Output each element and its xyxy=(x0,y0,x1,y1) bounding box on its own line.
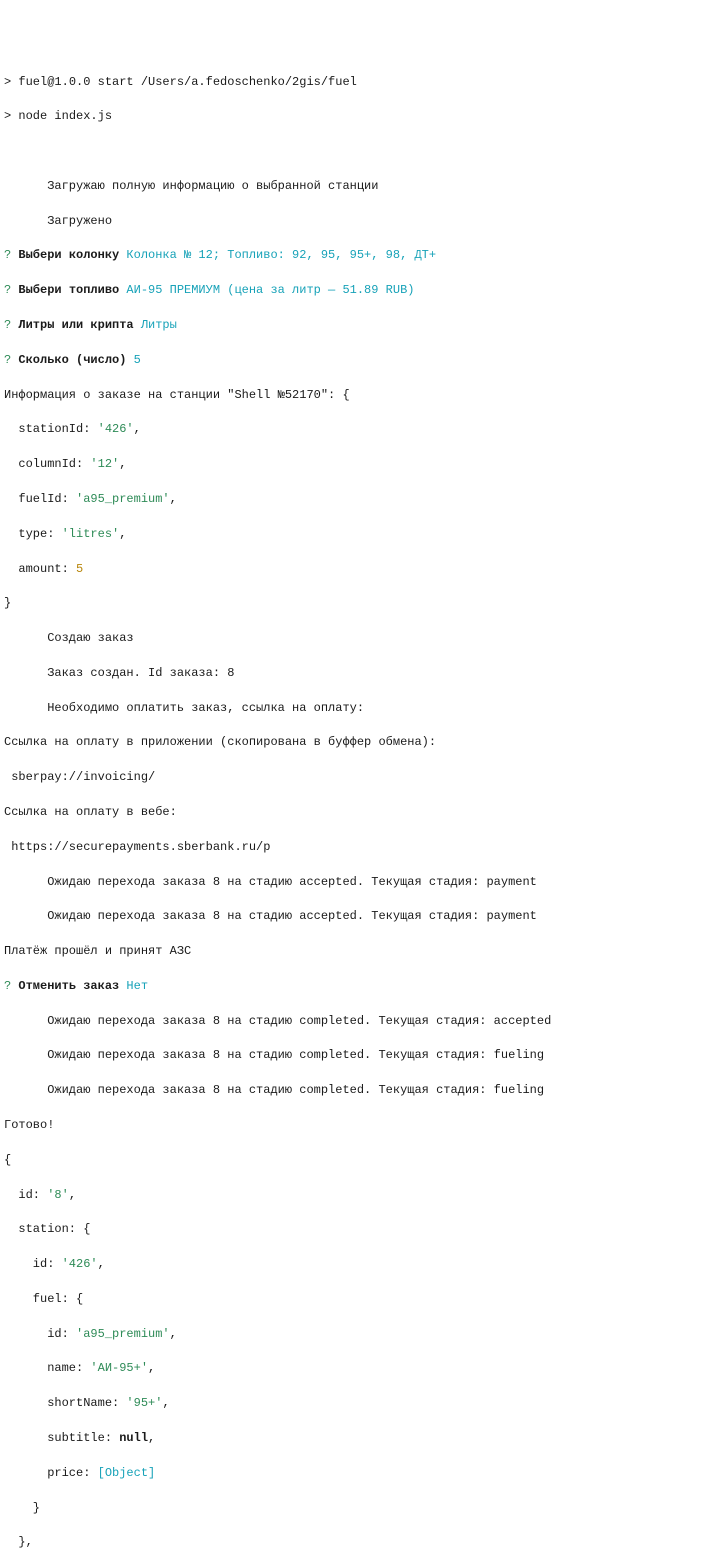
creating-1: Создаю заказ xyxy=(4,630,719,647)
result-id: id: '8', xyxy=(4,1187,719,1204)
order-amount: amount: 5 xyxy=(4,561,719,578)
result-fuel-open: fuel: { xyxy=(4,1291,719,1308)
link-app-label: Ссылка на оплату в приложении (скопирова… xyxy=(4,734,719,751)
result-fuel-id: id: 'a95_premium', xyxy=(4,1326,719,1343)
wait-3: Ожидаю перехода заказа 8 на стадию compl… xyxy=(4,1013,719,1030)
link-web-url: https://securepayments.sberbank.ru/p xyxy=(4,839,719,856)
blank xyxy=(4,143,719,160)
order-stationid: stationId: '426', xyxy=(4,421,719,438)
wait-2: Ожидаю перехода заказа 8 на стадию accep… xyxy=(4,908,719,925)
link-web-label: Ссылка на оплату в вебе: xyxy=(4,804,719,821)
prompt-column: ? Выбери колонку Колонка № 12; Топливо: … xyxy=(4,247,719,264)
prompt-cancel: ? Отменить заказ Нет xyxy=(4,978,719,995)
wait-4: Ожидаю перехода заказа 8 на стадию compl… xyxy=(4,1047,719,1064)
order-fuelid: fuelId: 'a95_premium', xyxy=(4,491,719,508)
result-fuel-short: shortName: '95+', xyxy=(4,1395,719,1412)
prompt-unit: ? Литры или крипта Литры xyxy=(4,317,719,334)
result-open: { xyxy=(4,1152,719,1169)
wait-1: Ожидаю перехода заказа 8 на стадию accep… xyxy=(4,874,719,891)
result-station-close: }, xyxy=(4,1534,719,1551)
loading-2: Загружено xyxy=(4,213,719,230)
paid: Платёж прошёл и принят АЗС xyxy=(4,943,719,960)
result-fuel-close: } xyxy=(4,1500,719,1517)
cmd-line-1: > fuel@1.0.0 start /Users/a.fedoschenko/… xyxy=(4,74,719,91)
loading-1: Загружаю полную информацию о выбранной с… xyxy=(4,178,719,195)
wait-5: Ожидаю перехода заказа 8 на стадию compl… xyxy=(4,1082,719,1099)
order-type: type: 'litres', xyxy=(4,526,719,543)
result-fuel-price: price: [Object] xyxy=(4,1465,719,1482)
result-fuel-sub: subtitle: null, xyxy=(4,1430,719,1447)
order-header: Информация о заказе на станции "Shell №5… xyxy=(4,387,719,404)
prompt-amount: ? Сколько (число) 5 xyxy=(4,352,719,369)
result-station-id: id: '426', xyxy=(4,1256,719,1273)
cmd-line-2: > node index.js xyxy=(4,108,719,125)
link-app-url: sberpay://invoicing/ xyxy=(4,769,719,786)
result-station-open: station: { xyxy=(4,1221,719,1238)
order-columnid: columnId: '12', xyxy=(4,456,719,473)
result-fuel-name: name: 'АИ-95+', xyxy=(4,1360,719,1377)
prompt-fuel: ? Выбери топливо АИ-95 ПРЕМИУМ (цена за … xyxy=(4,282,719,299)
creating-3: Необходимо оплатить заказ, ссылка на опл… xyxy=(4,700,719,717)
done: Готово! xyxy=(4,1117,719,1134)
terminal-output: > fuel@1.0.0 start /Users/a.fedoschenko/… xyxy=(4,56,719,1558)
order-close: } xyxy=(4,595,719,612)
creating-2: Заказ создан. Id заказа: 8 xyxy=(4,665,719,682)
